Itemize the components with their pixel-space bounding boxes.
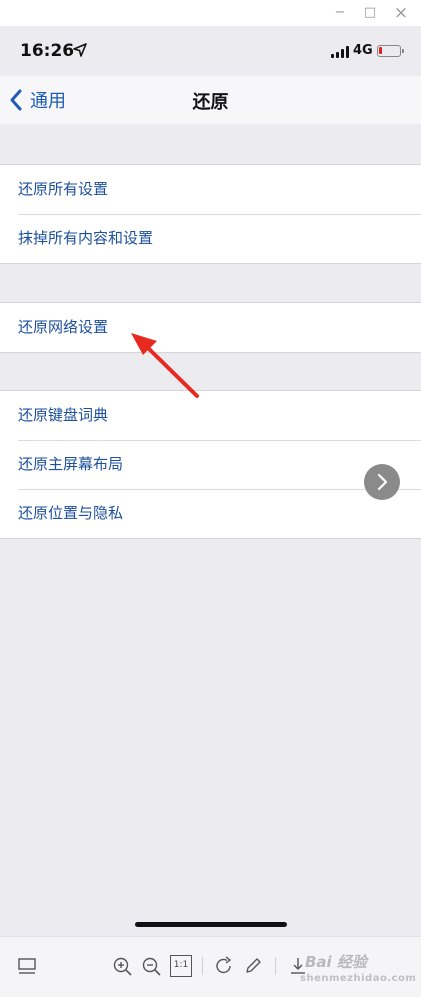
edit-icon[interactable] xyxy=(242,955,264,977)
status-bar: 16:26 4G xyxy=(0,26,421,76)
next-image-button[interactable] xyxy=(364,464,400,500)
zoom-out-icon[interactable] xyxy=(140,955,162,977)
page-title: 还原 xyxy=(192,92,229,113)
reset-all-settings-item[interactable]: 还原所有设置 xyxy=(0,165,421,214)
actual-size-icon[interactable]: 1:1 xyxy=(170,955,192,977)
reset-network-settings-item[interactable]: 还原网络设置 xyxy=(0,303,421,352)
maximize-button[interactable]: □ xyxy=(361,4,379,22)
cellular-signal-icon xyxy=(331,46,349,58)
home-indicator xyxy=(135,922,287,927)
settings-group-reset-all: 还原所有设置 抹掉所有内容和设置 xyxy=(0,164,421,264)
reset-home-screen-layout-item[interactable]: 还原主屏幕布局 xyxy=(0,440,421,489)
network-type: 4G xyxy=(353,43,373,58)
location-arrow-icon xyxy=(73,43,87,57)
settings-group-other: 还原键盘词典 还原主屏幕布局 还原位置与隐私 xyxy=(0,390,421,539)
toolbar-divider xyxy=(275,957,276,975)
reset-keyboard-dictionary-item[interactable]: 还原键盘词典 xyxy=(0,391,421,440)
minimize-button[interactable]: − xyxy=(331,4,349,22)
thumbnail-icon[interactable] xyxy=(16,955,38,977)
chevron-right-icon xyxy=(377,473,388,491)
navigation-bar: 通用 还原 xyxy=(0,76,421,124)
status-time: 16:26 xyxy=(20,41,75,61)
window-title-bar: − □ × xyxy=(0,0,421,26)
image-viewer-toolbar: 1:1 Bai 经验 shenmezhidao.com xyxy=(0,936,421,997)
erase-all-content-item[interactable]: 抹掉所有内容和设置 xyxy=(0,214,421,263)
phone-screen: 16:26 4G 通用 还原 还原所有设置 抹掉所有内容和设置 还原网络设置 还… xyxy=(0,26,421,936)
watermark-url: shenmezhidao.com xyxy=(300,973,417,984)
close-button[interactable]: × xyxy=(392,4,410,22)
rotate-icon[interactable] xyxy=(213,955,235,977)
battery-icon xyxy=(377,45,404,57)
reset-location-privacy-item[interactable]: 还原位置与隐私 xyxy=(0,489,421,538)
toolbar-divider xyxy=(202,957,203,975)
settings-group-network: 还原网络设置 xyxy=(0,302,421,353)
zoom-in-icon[interactable] xyxy=(111,955,133,977)
baidu-jingyan-watermark: Bai 经验 xyxy=(305,953,367,971)
